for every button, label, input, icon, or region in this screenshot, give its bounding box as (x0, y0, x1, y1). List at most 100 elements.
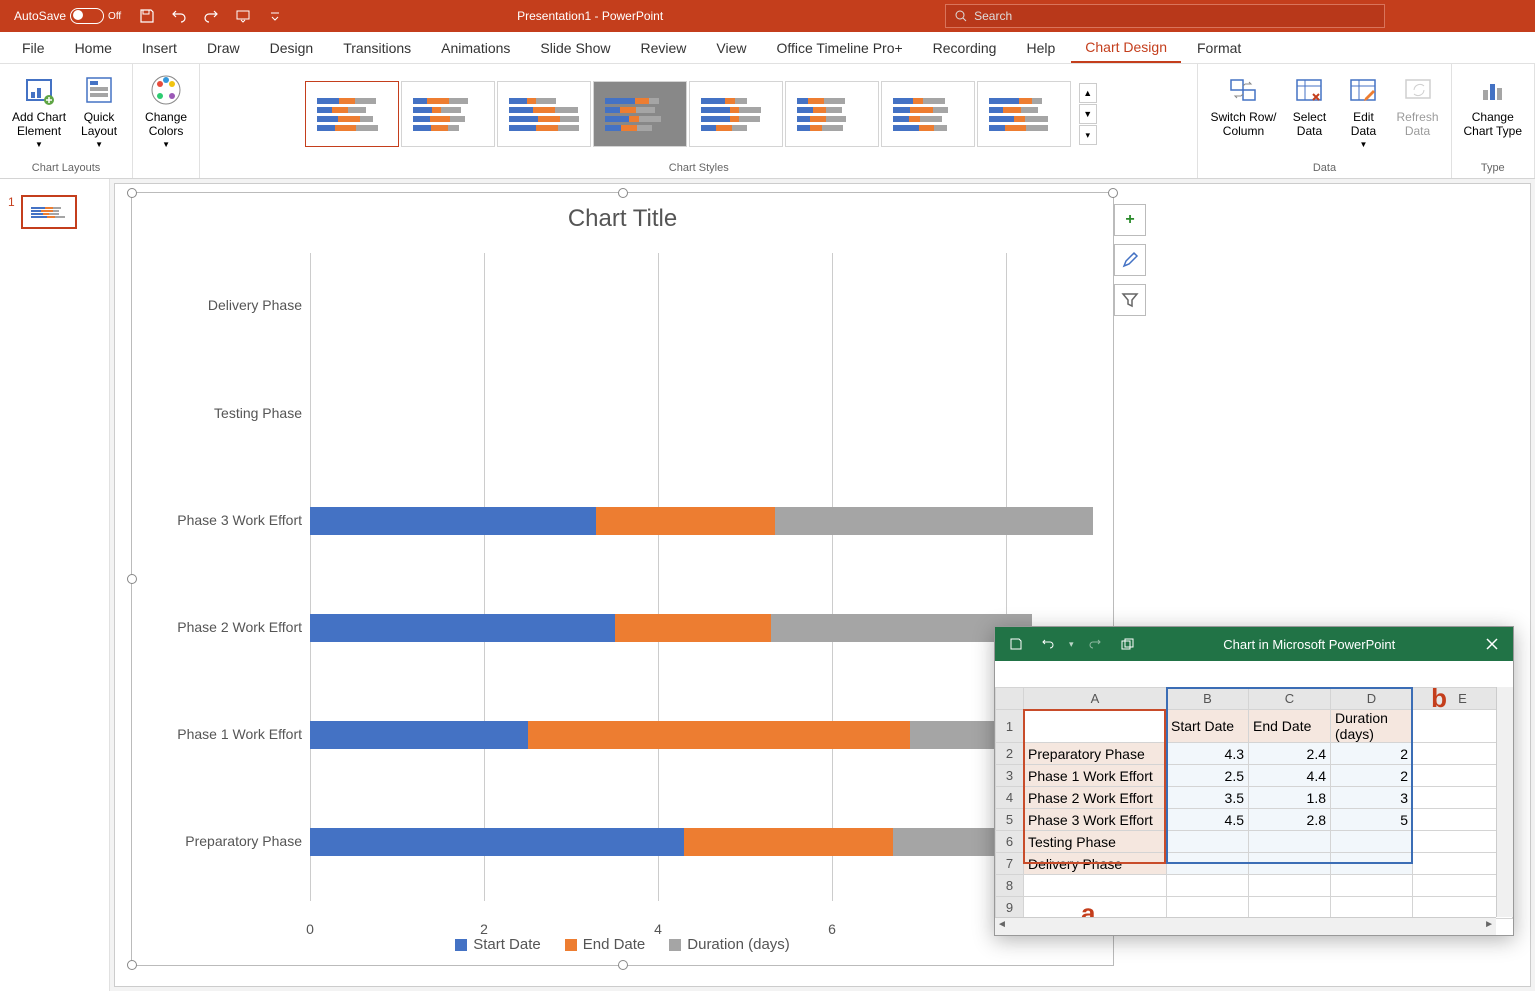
excel-cell[interactable]: Preparatory Phase (1024, 743, 1167, 765)
excel-cell[interactable]: 1.8 (1249, 787, 1331, 809)
y-category-label: Preparatory Phase (162, 833, 302, 849)
redo-icon[interactable] (199, 4, 223, 28)
excel-save-icon[interactable] (1005, 633, 1027, 655)
excel-popout-icon[interactable] (1116, 633, 1138, 655)
excel-cell[interactable] (1249, 875, 1331, 897)
excel-cell[interactable]: 4.3 (1167, 743, 1249, 765)
edit-data-button[interactable]: Edit Data ▼ (1338, 68, 1388, 153)
excel-cell[interactable]: 2.8 (1249, 809, 1331, 831)
tab-review[interactable]: Review (626, 32, 700, 63)
tab-transitions[interactable]: Transitions (329, 32, 425, 63)
tab-slide-show[interactable]: Slide Show (526, 32, 624, 63)
tab-help[interactable]: Help (1012, 32, 1069, 63)
selection-handle[interactable] (1108, 188, 1118, 198)
excel-cell[interactable] (1167, 853, 1249, 875)
excel-grid[interactable]: ABCDE1Start DateEnd DateDuration (days)2… (995, 687, 1513, 935)
excel-cell[interactable]: 2.4 (1249, 743, 1331, 765)
tab-office-timeline-pro-[interactable]: Office Timeline Pro+ (762, 32, 916, 63)
search-box[interactable]: Search (945, 4, 1385, 28)
change-chart-type-button[interactable]: Change Chart Type (1460, 68, 1526, 142)
tab-view[interactable]: View (702, 32, 760, 63)
chart-style-2[interactable] (401, 81, 495, 147)
excel-cell[interactable] (1249, 853, 1331, 875)
excel-hscroll[interactable]: ◄ ► (995, 917, 1496, 935)
excel-cell[interactable]: Phase 2 Work Effort (1024, 787, 1167, 809)
excel-cell[interactable] (1167, 875, 1249, 897)
excel-cell[interactable] (1024, 875, 1167, 897)
select-data-button[interactable]: Select Data (1284, 68, 1334, 142)
excel-vscroll[interactable] (1496, 687, 1513, 917)
chart-plot-area: Delivery PhaseTesting PhasePhase 3 Work … (162, 253, 1093, 895)
excel-cell[interactable] (1331, 875, 1413, 897)
funnel-icon (1121, 291, 1139, 309)
excel-cell[interactable]: 3 (1331, 787, 1413, 809)
styles-down-button[interactable]: ▼ (1079, 104, 1097, 124)
chart-styles-button[interactable] (1114, 244, 1146, 276)
slide-canvas[interactable]: Chart Title Delivery PhaseTesting PhaseP… (114, 183, 1531, 987)
excel-cell[interactable] (1249, 897, 1331, 919)
slideshow-icon[interactable] (231, 4, 255, 28)
search-placeholder: Search (974, 9, 1012, 23)
chart-filters-button[interactable] (1114, 284, 1146, 316)
refresh-data-button[interactable]: Refresh Data (1392, 68, 1442, 142)
styles-up-button[interactable]: ▲ (1079, 83, 1097, 103)
tab-recording[interactable]: Recording (919, 32, 1011, 63)
quick-layout-button[interactable]: Quick Layout ▼ (74, 68, 124, 153)
selection-handle[interactable] (127, 188, 137, 198)
chart-style-3[interactable] (497, 81, 591, 147)
excel-cell[interactable] (1331, 831, 1413, 853)
tab-draw[interactable]: Draw (193, 32, 254, 63)
selection-handle[interactable] (618, 188, 628, 198)
tab-format[interactable]: Format (1183, 32, 1255, 63)
excel-cell[interactable]: Phase 1 Work Effort (1024, 765, 1167, 787)
autosave-toggle[interactable]: AutoSave Off (8, 6, 127, 26)
excel-cell[interactable] (1331, 897, 1413, 919)
excel-cell[interactable]: 2 (1331, 743, 1413, 765)
ribbon-tabs: FileHomeInsertDrawDesignTransitionsAnima… (0, 32, 1535, 64)
excel-cell[interactable]: 4.5 (1167, 809, 1249, 831)
excel-cell[interactable] (1331, 853, 1413, 875)
excel-cell[interactable]: Phase 3 Work Effort (1024, 809, 1167, 831)
chart-style-7[interactable] (881, 81, 975, 147)
chart-style-8[interactable] (977, 81, 1071, 147)
excel-data-window[interactable]: ▾ Chart in Microsoft PowerPoint ABCDE1St… (994, 626, 1514, 936)
switch-row-column-button[interactable]: Switch Row/ Column (1206, 68, 1280, 142)
add-chart-element-button[interactable]: Add Chart Element ▼ (8, 68, 70, 153)
excel-cell[interactable]: 3.5 (1167, 787, 1249, 809)
chart-style-6[interactable] (785, 81, 879, 147)
styles-more-button[interactable]: ▾ (1079, 125, 1097, 145)
excel-cell[interactable]: Testing Phase (1024, 831, 1167, 853)
qat-more-icon[interactable] (263, 4, 287, 28)
selection-handle[interactable] (127, 574, 137, 584)
y-category-label: Phase 3 Work Effort (162, 512, 302, 528)
tab-insert[interactable]: Insert (128, 32, 191, 63)
excel-cell[interactable]: 2 (1331, 765, 1413, 787)
excel-close-button[interactable] (1481, 633, 1503, 655)
chart-style-5[interactable] (689, 81, 783, 147)
chart-style-1[interactable] (305, 81, 399, 147)
tab-animations[interactable]: Animations (427, 32, 524, 63)
change-colors-button[interactable]: Change Colors ▼ (141, 68, 191, 153)
chart-elements-button[interactable]: + (1114, 204, 1146, 236)
excel-cell[interactable] (1167, 831, 1249, 853)
tab-home[interactable]: Home (61, 32, 126, 63)
excel-cell[interactable]: 5 (1331, 809, 1413, 831)
save-icon[interactable] (135, 4, 159, 28)
undo-icon[interactable] (167, 4, 191, 28)
tab-chart-design[interactable]: Chart Design (1071, 32, 1181, 63)
excel-cell[interactable] (1167, 897, 1249, 919)
selection-handle[interactable] (127, 960, 137, 970)
slide-thumbnail-1[interactable] (21, 195, 77, 229)
chart-object[interactable]: Chart Title Delivery PhaseTesting PhaseP… (131, 192, 1114, 966)
chart-title[interactable]: Chart Title (132, 193, 1113, 245)
excel-undo-icon[interactable] (1037, 633, 1059, 655)
excel-cell[interactable] (1249, 831, 1331, 853)
selection-handle[interactable] (618, 960, 628, 970)
tab-file[interactable]: File (8, 32, 59, 63)
tab-design[interactable]: Design (256, 32, 328, 63)
excel-cell[interactable]: 4.4 (1249, 765, 1331, 787)
excel-redo-icon[interactable] (1084, 633, 1106, 655)
excel-cell[interactable]: 2.5 (1167, 765, 1249, 787)
excel-cell[interactable]: Delivery Phase (1024, 853, 1167, 875)
chart-style-4[interactable] (593, 81, 687, 147)
